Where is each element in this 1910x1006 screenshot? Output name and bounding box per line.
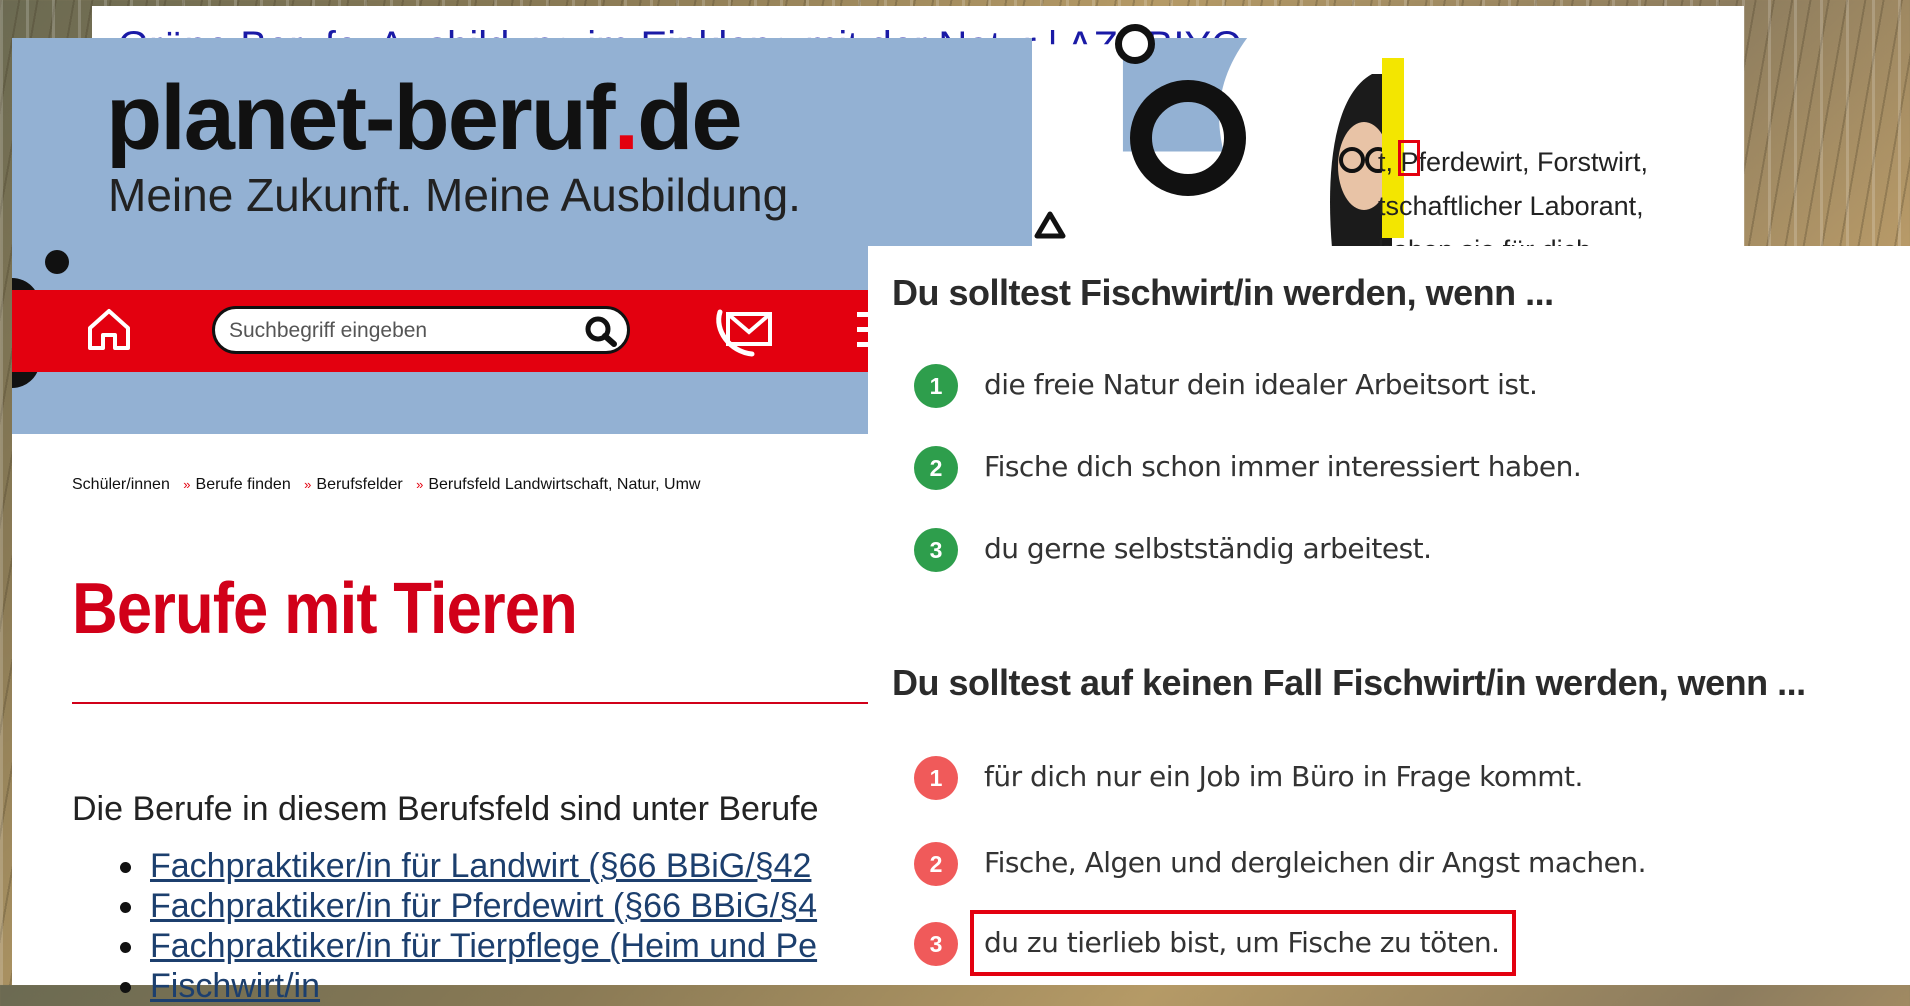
number-badge: 1: [914, 756, 958, 800]
search-box: [212, 306, 630, 354]
list-item: Fachpraktiker/in für Tierpflege (Heim un…: [112, 926, 817, 966]
number-badge: 3: [914, 528, 958, 572]
decorative-ring: [1130, 80, 1246, 196]
list-item-text: die freie Natur dein idealer Arbeitsort …: [984, 368, 1538, 401]
decorative-dot: [45, 250, 69, 274]
search-input[interactable]: [227, 315, 561, 347]
partial-text-line: tschaftlicher Laborant,: [1378, 191, 1644, 221]
home-button[interactable]: [84, 304, 134, 354]
job-link[interactable]: Fachpraktiker/in für Landwirt (§66 BBiG/…: [150, 847, 811, 885]
job-link[interactable]: Fischwirt/in: [150, 967, 320, 1005]
list-item-text: Fische, Algen und dergleichen dir Angst …: [984, 846, 1647, 879]
list-item: Fachpraktiker/in für Landwirt (§66 BBiG/…: [112, 846, 817, 886]
intro-text: Die Berufe in diesem Berufsfeld sind unt…: [72, 790, 819, 828]
number-badge: 2: [914, 446, 958, 490]
breadcrumb-separator: »: [416, 477, 424, 492]
triangle-icon: [1034, 211, 1066, 239]
contact-button[interactable]: [712, 300, 782, 360]
heading-should: Du solltest Fischwirt/in werden, wenn ..…: [892, 272, 1554, 313]
red-marker-box: [1398, 140, 1420, 176]
list-item-text: du gerne selbstständig arbeitest.: [984, 532, 1432, 565]
breadcrumb-separator: »: [304, 477, 312, 492]
site-logo[interactable]: planet-beruf.de: [106, 66, 743, 171]
fischwirt-checklist-panel: Du solltest Fischwirt/in werden, wenn ..…: [868, 246, 1910, 985]
number-badge: 1: [914, 364, 958, 408]
red-highlight-box: [970, 910, 1516, 976]
list-item-text: für dich nur ein Job im Büro in Frage ko…: [984, 760, 1583, 793]
breadcrumb-item[interactable]: Berufsfelder: [316, 476, 402, 493]
home-icon: [88, 309, 130, 350]
job-link[interactable]: Fachpraktiker/in für Pferdewirt (§66 BBi…: [150, 887, 817, 925]
breadcrumb-separator: »: [183, 477, 191, 492]
job-list: Fachpraktiker/in für Landwirt (§66 BBiG/…: [112, 846, 817, 1006]
search-icon[interactable]: [583, 314, 619, 348]
breadcrumb-item[interactable]: Schüler/innen: [72, 476, 170, 493]
mail-phone-icon: [716, 309, 772, 357]
decorative-small-ring: [1115, 24, 1155, 64]
list-item: Fischwirt/in: [112, 966, 817, 1006]
heading-should-not: Du solltest auf keinen Fall Fischwirt/in…: [892, 662, 1806, 703]
list-item: Fachpraktiker/in für Pferdewirt (§66 BBi…: [112, 886, 817, 926]
site-tagline: Meine Zukunft. Meine Ausbildung.: [108, 169, 801, 221]
page-title: Berufe mit Tieren: [72, 569, 578, 649]
number-badge: 2: [914, 842, 958, 886]
breadcrumb-item[interactable]: Berufsfeld Landwirtschaft, Natur, Umw: [428, 476, 700, 493]
breadcrumb: Schüler/innen » Berufe finden » Berufsfeld…: [72, 476, 700, 494]
list-item-text: Fische dich schon immer interessiert hab…: [984, 450, 1582, 483]
job-link[interactable]: Fachpraktiker/in für Tierpflege (Heim un…: [150, 927, 817, 965]
number-badge: 3: [914, 922, 958, 966]
breadcrumb-item[interactable]: Berufe finden: [196, 476, 291, 493]
